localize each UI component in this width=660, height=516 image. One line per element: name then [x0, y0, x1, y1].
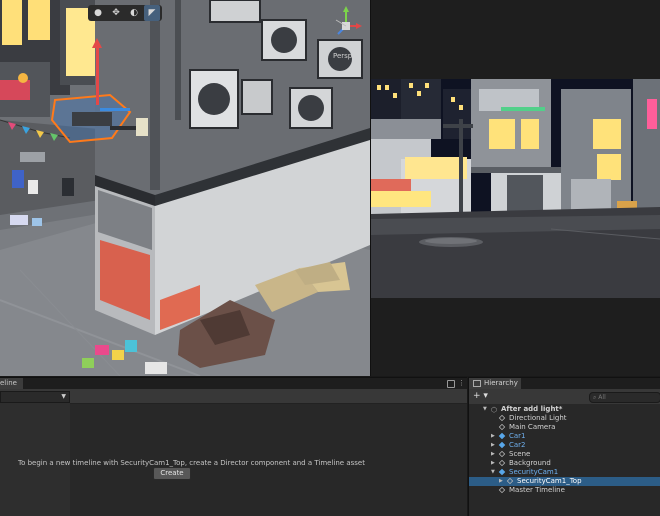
rotate-tool-icon[interactable]: ◐	[126, 5, 142, 21]
hierarchy-item[interactable]: ▶ Scene	[469, 450, 660, 459]
hand-tool-icon[interactable]: ●	[90, 5, 106, 21]
gameobject-icon	[506, 477, 514, 485]
game-render	[371, 79, 660, 298]
game-view[interactable]	[371, 79, 660, 298]
hierarchy-item-label: After add light*	[501, 405, 563, 413]
gameobject-icon	[498, 414, 506, 422]
hierarchy-item[interactable]: Main Camera	[469, 423, 660, 432]
hierarchy-toolbar: + ▾ ⌕ All	[469, 389, 660, 404]
expand-down-icon[interactable]: ▼	[491, 468, 495, 477]
expand-right-icon[interactable]: ▶	[491, 441, 495, 450]
hierarchy-icon	[473, 379, 481, 387]
gameobject-icon	[498, 450, 506, 458]
hierarchy-tab[interactable]: Hierarchy	[469, 378, 521, 389]
hierarchy-item-label: Main Camera	[509, 423, 556, 431]
gameobject-icon	[498, 486, 506, 494]
expand-right-icon[interactable]: ▶	[491, 432, 495, 441]
search-placeholder: All	[598, 394, 606, 401]
prefab-icon	[498, 432, 506, 440]
timeline-toolbar: ▼	[0, 389, 467, 404]
hierarchy-panel: Hierarchy + ▾ ⌕ All ▼ ⬡ After add light* Di…	[468, 377, 660, 516]
prefab-icon	[498, 441, 506, 449]
timeline-tab[interactable]: eline	[0, 378, 23, 389]
hierarchy-item-label: Background	[509, 459, 551, 467]
timeline-tab-bar	[0, 378, 467, 389]
timeline-asset-dropdown[interactable]: ▼	[0, 391, 70, 403]
hierarchy-item[interactable]: Master Timeline	[469, 486, 660, 495]
expand-right-icon[interactable]: ▶	[491, 450, 495, 459]
scene-render[interactable]	[0, 0, 370, 376]
hierarchy-item[interactable]: ▼ ⬡ After add light*	[469, 405, 660, 414]
move-tool-icon[interactable]: ✥	[108, 5, 124, 21]
hierarchy-item-label: Car1	[509, 432, 526, 440]
expand-right-icon[interactable]: ▶	[491, 459, 495, 468]
prefab-icon	[498, 468, 506, 476]
hierarchy-item-label: Directional Light	[509, 414, 567, 422]
hierarchy-tab-label: Hierarchy	[484, 379, 518, 387]
hierarchy-item[interactable]: Directional Light	[469, 414, 660, 423]
expand-right-icon[interactable]: ▶	[499, 477, 503, 486]
hierarchy-item[interactable]: ▶ SecurityCam1_Top	[469, 477, 660, 486]
hierarchy-item-label: Car2	[509, 441, 526, 449]
gameobject-icon	[498, 459, 506, 467]
panel-menu-icon[interactable]: ⋮	[458, 379, 465, 387]
hierarchy-item[interactable]: ▶ Car1	[469, 432, 660, 441]
chevron-down-icon: ▼	[61, 393, 66, 400]
add-object-button[interactable]: + ▾	[473, 391, 488, 401]
scene-view[interactable]: ● ✥ ◐ ◤ Persp	[0, 0, 370, 376]
scene-tool-bar: ● ✥ ◐ ◤	[88, 5, 162, 21]
hierarchy-item[interactable]: ▼ SecurityCam1	[469, 468, 660, 477]
gameobject-icon	[498, 423, 506, 431]
create-button[interactable]: Create	[153, 467, 191, 480]
hierarchy-item-label: SecurityCam1_Top	[517, 477, 582, 485]
search-input[interactable]: ⌕ All	[589, 392, 660, 403]
projection-label[interactable]: Persp	[333, 52, 352, 60]
timeline-panel: eline ⋮ ▼ To begin a new timeline with S…	[0, 377, 467, 516]
search-icon: ⌕	[593, 394, 597, 401]
lock-icon[interactable]	[447, 380, 455, 388]
scale-tool-icon[interactable]: ◤	[144, 5, 160, 21]
hierarchy-item[interactable]: ▶ Background	[469, 459, 660, 468]
expand-down-icon[interactable]: ▼	[483, 405, 487, 414]
timeline-empty-message: To begin a new timeline with SecurityCam…	[18, 459, 365, 467]
hierarchy-item[interactable]: ▶ Car2	[469, 441, 660, 450]
hierarchy-item-label: SecurityCam1	[509, 468, 559, 476]
hierarchy-item-label: Scene	[509, 450, 531, 458]
orientation-gizmo[interactable]	[330, 6, 362, 42]
hierarchy-item-label: Master Timeline	[509, 486, 565, 494]
